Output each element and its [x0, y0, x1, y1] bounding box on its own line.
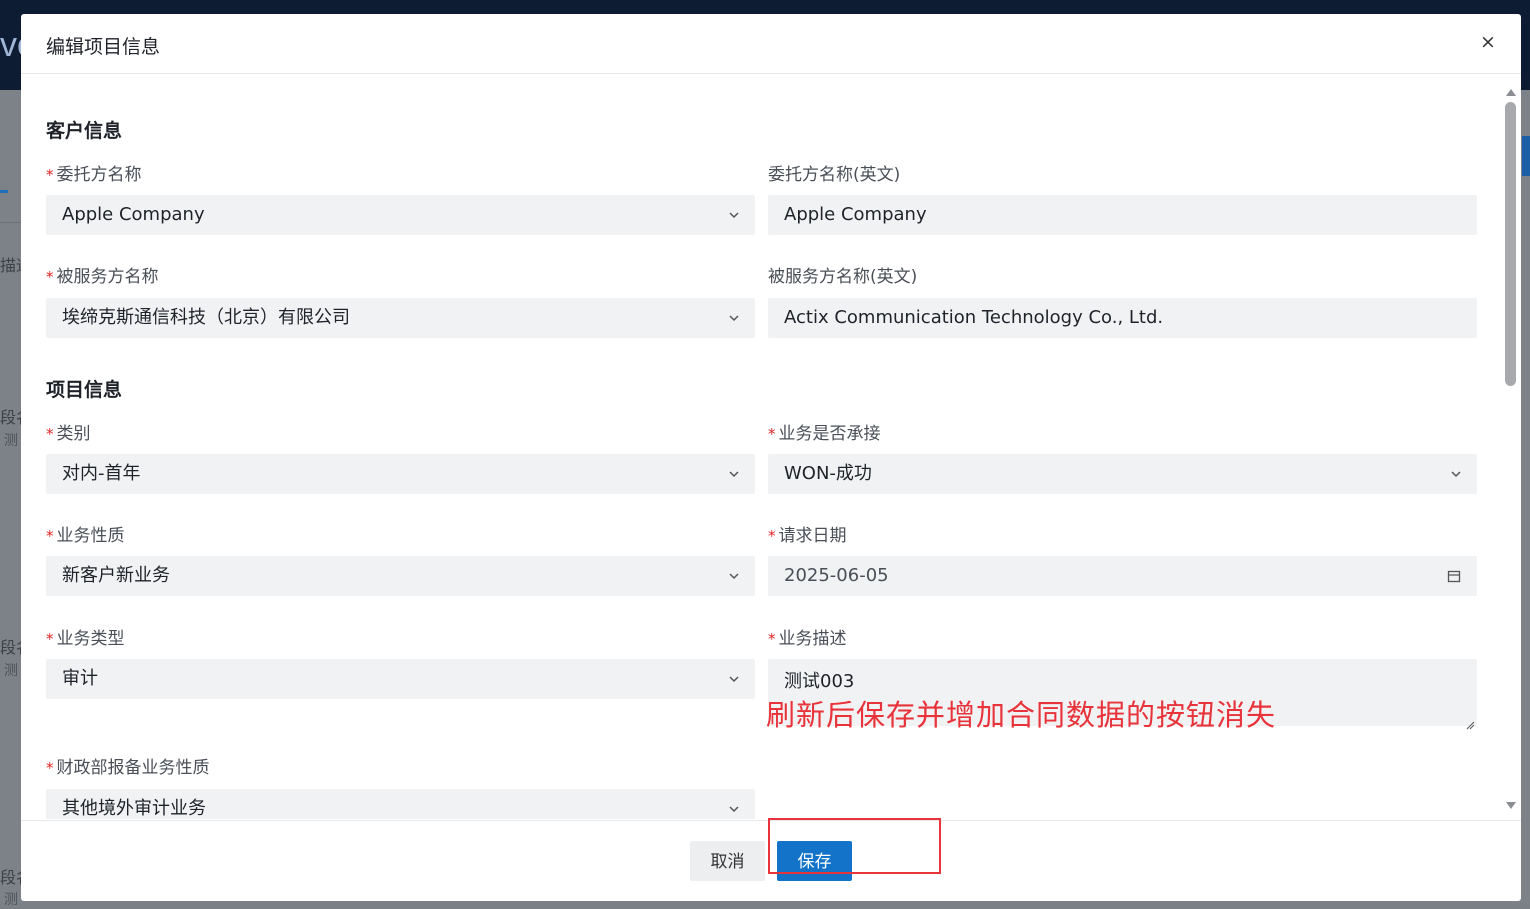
undertaken-label: * 业务是否承接 [768, 424, 881, 444]
scrollbar-thumb[interactable] [1505, 102, 1516, 386]
calendar-icon[interactable] [1447, 569, 1461, 583]
undertaken-value: WON-成功 [784, 463, 872, 484]
section-title-customer: 客户信息 [46, 120, 123, 142]
business-desc-label: * 业务描述 [768, 629, 847, 649]
client-name-en-input[interactable]: Apple Company [768, 195, 1477, 235]
required-mark: * [46, 268, 54, 286]
dialog-title: 编辑项目信息 [46, 36, 161, 58]
section-title-project: 项目信息 [46, 379, 123, 401]
required-mark: * [768, 425, 776, 443]
business-nature-select[interactable]: 新客户新业务 [46, 556, 755, 596]
dialog-header: 编辑项目信息 × [21, 14, 1521, 74]
category-label: * 类别 [46, 424, 91, 444]
served-name-en-input[interactable]: Actix Communication Technology Co., Ltd. [768, 298, 1477, 338]
background-divider [0, 222, 22, 223]
chevron-down-icon [727, 569, 741, 583]
required-mark: * [46, 425, 54, 443]
chevron-down-icon [727, 802, 741, 816]
business-nature-label: * 业务性质 [46, 526, 125, 546]
client-name-value: Apple Company [62, 204, 205, 225]
required-mark: * [46, 759, 54, 777]
required-mark: * [46, 166, 54, 184]
required-mark: * [768, 527, 776, 545]
client-name-en-value: Apple Company [784, 204, 927, 225]
required-mark: * [46, 527, 54, 545]
chevron-down-icon [1449, 467, 1463, 481]
request-date-value: 2025-06-05 [784, 565, 889, 586]
client-name-en-label: 委托方名称(英文) [768, 165, 901, 185]
request-date-picker[interactable]: 2025-06-05 [768, 556, 1477, 596]
served-name-value: 埃缔克斯通信科技（北京）有限公司 [62, 307, 350, 328]
scroll-down-arrow-icon[interactable] [1504, 796, 1518, 809]
mof-nature-label: * 财政部报备业务性质 [46, 758, 210, 778]
served-name-en-label: 被服务方名称(英文) [768, 267, 918, 287]
annotation-text: 刷新后保存并增加合同数据的按钮消失 [766, 698, 1277, 732]
resize-grip-icon[interactable] [1465, 714, 1475, 730]
business-nature-value: 新客户新业务 [62, 565, 170, 586]
chevron-down-icon [727, 467, 741, 481]
close-icon[interactable]: × [1477, 30, 1499, 54]
business-type-label: * 业务类型 [46, 629, 125, 649]
client-name-select[interactable]: Apple Company [46, 195, 755, 235]
mof-nature-value: 其他境外审计业务 [62, 798, 206, 819]
business-type-select[interactable]: 审计 [46, 659, 755, 699]
request-date-label: * 请求日期 [768, 526, 847, 546]
category-value: 对内-首年 [62, 463, 141, 484]
undertaken-select[interactable]: WON-成功 [768, 454, 1477, 494]
scroll-up-arrow-icon[interactable] [1504, 84, 1518, 96]
business-type-value: 审计 [62, 668, 98, 689]
background-side-marker [1522, 136, 1530, 176]
background-text-fragment: 测 [4, 663, 18, 679]
business-desc-value: 测试003 [784, 671, 855, 692]
client-name-label: * 委托方名称 [46, 165, 142, 185]
served-name-label: * 被服务方名称 [46, 267, 159, 287]
background-tab-indicator [0, 190, 8, 193]
served-name-en-value: Actix Communication Technology Co., Ltd. [784, 307, 1164, 328]
chevron-down-icon [727, 672, 741, 686]
chevron-down-icon [727, 208, 741, 222]
background-text-fragment: 测 [4, 433, 18, 449]
background-text-fragment: 测 [4, 892, 18, 908]
served-name-select[interactable]: 埃缔克斯通信科技（北京）有限公司 [46, 298, 755, 338]
required-mark: * [46, 630, 54, 648]
cancel-button[interactable]: 取消 [690, 841, 765, 881]
category-select[interactable]: 对内-首年 [46, 454, 755, 494]
chevron-down-icon [727, 311, 741, 325]
edit-project-dialog: 编辑项目信息 × 客户信息 * 委托方名称 Apple Company 委托方名称… [21, 14, 1521, 901]
annotation-highlight-box [768, 818, 941, 874]
mof-nature-select[interactable]: 其他境外审计业务 [46, 789, 755, 819]
required-mark: * [768, 630, 776, 648]
